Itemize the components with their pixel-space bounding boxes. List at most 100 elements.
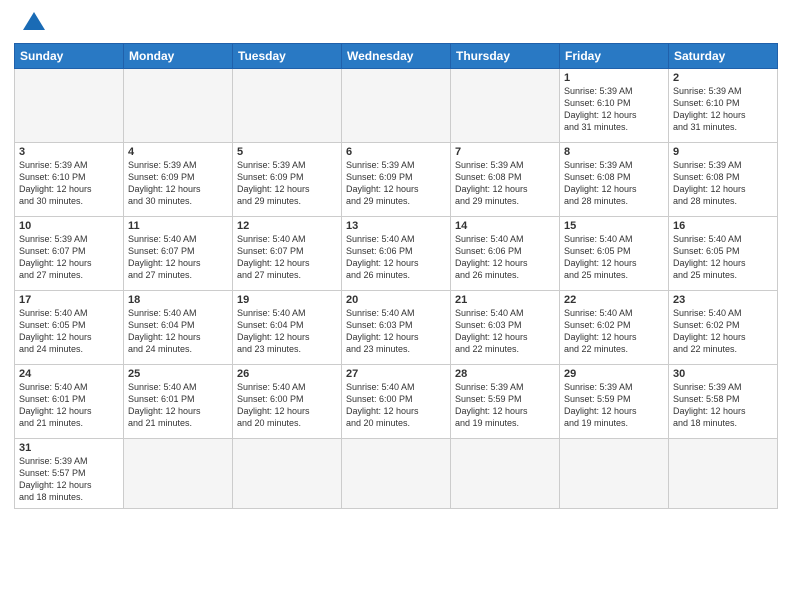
- day-number: 14: [455, 220, 555, 232]
- day-number: 20: [346, 294, 446, 306]
- calendar-week-row: 3Sunrise: 5:39 AM Sunset: 6:10 PM Daylig…: [15, 143, 778, 217]
- day-info: Sunrise: 5:40 AM Sunset: 6:05 PM Dayligh…: [673, 233, 773, 282]
- day-number: 16: [673, 220, 773, 232]
- day-number: 25: [128, 368, 228, 380]
- calendar-cell: 23Sunrise: 5:40 AM Sunset: 6:02 PM Dayli…: [669, 291, 778, 365]
- day-number: 6: [346, 146, 446, 158]
- day-info: Sunrise: 5:40 AM Sunset: 6:01 PM Dayligh…: [19, 381, 119, 430]
- day-number: 1: [564, 72, 664, 84]
- calendar-cell: 14Sunrise: 5:40 AM Sunset: 6:06 PM Dayli…: [451, 217, 560, 291]
- logo-area: [14, 10, 45, 37]
- calendar-cell: 8Sunrise: 5:39 AM Sunset: 6:08 PM Daylig…: [560, 143, 669, 217]
- header: [14, 10, 778, 37]
- calendar-cell: 29Sunrise: 5:39 AM Sunset: 5:59 PM Dayli…: [560, 365, 669, 439]
- calendar-cell: 31Sunrise: 5:39 AM Sunset: 5:57 PM Dayli…: [15, 439, 124, 509]
- day-info: Sunrise: 5:39 AM Sunset: 5:59 PM Dayligh…: [564, 381, 664, 430]
- weekday-header-friday: Friday: [560, 44, 669, 69]
- day-info: Sunrise: 5:39 AM Sunset: 6:10 PM Dayligh…: [19, 159, 119, 208]
- day-info: Sunrise: 5:40 AM Sunset: 6:07 PM Dayligh…: [237, 233, 337, 282]
- weekday-header-thursday: Thursday: [451, 44, 560, 69]
- day-number: 2: [673, 72, 773, 84]
- day-number: 21: [455, 294, 555, 306]
- day-number: 10: [19, 220, 119, 232]
- calendar-cell: 5Sunrise: 5:39 AM Sunset: 6:09 PM Daylig…: [233, 143, 342, 217]
- calendar-cell: [233, 69, 342, 143]
- day-number: 24: [19, 368, 119, 380]
- calendar-table: SundayMondayTuesdayWednesdayThursdayFrid…: [14, 43, 778, 509]
- calendar-cell: 27Sunrise: 5:40 AM Sunset: 6:00 PM Dayli…: [342, 365, 451, 439]
- day-info: Sunrise: 5:40 AM Sunset: 6:05 PM Dayligh…: [564, 233, 664, 282]
- weekday-header-tuesday: Tuesday: [233, 44, 342, 69]
- calendar-cell: [560, 439, 669, 509]
- calendar-cell: [342, 439, 451, 509]
- calendar-cell: [669, 439, 778, 509]
- weekday-header-saturday: Saturday: [669, 44, 778, 69]
- day-number: 23: [673, 294, 773, 306]
- calendar-cell: 12Sunrise: 5:40 AM Sunset: 6:07 PM Dayli…: [233, 217, 342, 291]
- day-info: Sunrise: 5:40 AM Sunset: 6:02 PM Dayligh…: [564, 307, 664, 356]
- day-info: Sunrise: 5:39 AM Sunset: 6:09 PM Dayligh…: [128, 159, 228, 208]
- calendar-cell: [124, 439, 233, 509]
- day-number: 28: [455, 368, 555, 380]
- day-info: Sunrise: 5:40 AM Sunset: 6:07 PM Dayligh…: [128, 233, 228, 282]
- calendar-cell: 2Sunrise: 5:39 AM Sunset: 6:10 PM Daylig…: [669, 69, 778, 143]
- day-info: Sunrise: 5:39 AM Sunset: 6:08 PM Dayligh…: [673, 159, 773, 208]
- calendar-cell: 1Sunrise: 5:39 AM Sunset: 6:10 PM Daylig…: [560, 69, 669, 143]
- day-number: 19: [237, 294, 337, 306]
- day-info: Sunrise: 5:39 AM Sunset: 6:10 PM Dayligh…: [673, 85, 773, 134]
- day-number: 31: [19, 442, 119, 454]
- day-number: 22: [564, 294, 664, 306]
- calendar-cell: 9Sunrise: 5:39 AM Sunset: 6:08 PM Daylig…: [669, 143, 778, 217]
- weekday-header-sunday: Sunday: [15, 44, 124, 69]
- day-info: Sunrise: 5:39 AM Sunset: 6:08 PM Dayligh…: [455, 159, 555, 208]
- calendar-week-row: 10Sunrise: 5:39 AM Sunset: 6:07 PM Dayli…: [15, 217, 778, 291]
- day-info: Sunrise: 5:40 AM Sunset: 6:04 PM Dayligh…: [237, 307, 337, 356]
- calendar-cell: 26Sunrise: 5:40 AM Sunset: 6:00 PM Dayli…: [233, 365, 342, 439]
- day-number: 18: [128, 294, 228, 306]
- day-info: Sunrise: 5:40 AM Sunset: 6:00 PM Dayligh…: [346, 381, 446, 430]
- calendar-cell: 7Sunrise: 5:39 AM Sunset: 6:08 PM Daylig…: [451, 143, 560, 217]
- calendar-week-row: 24Sunrise: 5:40 AM Sunset: 6:01 PM Dayli…: [15, 365, 778, 439]
- day-info: Sunrise: 5:39 AM Sunset: 5:59 PM Dayligh…: [455, 381, 555, 430]
- day-number: 11: [128, 220, 228, 232]
- day-info: Sunrise: 5:39 AM Sunset: 5:57 PM Dayligh…: [19, 455, 119, 504]
- calendar-cell: 21Sunrise: 5:40 AM Sunset: 6:03 PM Dayli…: [451, 291, 560, 365]
- calendar-cell: 4Sunrise: 5:39 AM Sunset: 6:09 PM Daylig…: [124, 143, 233, 217]
- calendar-cell: 18Sunrise: 5:40 AM Sunset: 6:04 PM Dayli…: [124, 291, 233, 365]
- calendar-cell: [451, 69, 560, 143]
- day-number: 27: [346, 368, 446, 380]
- day-info: Sunrise: 5:40 AM Sunset: 6:06 PM Dayligh…: [346, 233, 446, 282]
- calendar-cell: [451, 439, 560, 509]
- day-info: Sunrise: 5:40 AM Sunset: 6:03 PM Dayligh…: [455, 307, 555, 356]
- calendar-cell: 13Sunrise: 5:40 AM Sunset: 6:06 PM Dayli…: [342, 217, 451, 291]
- calendar-week-row: 31Sunrise: 5:39 AM Sunset: 5:57 PM Dayli…: [15, 439, 778, 509]
- logo-triangle-icon: [23, 10, 45, 32]
- day-number: 15: [564, 220, 664, 232]
- day-info: Sunrise: 5:39 AM Sunset: 6:09 PM Dayligh…: [346, 159, 446, 208]
- day-info: Sunrise: 5:39 AM Sunset: 6:10 PM Dayligh…: [564, 85, 664, 134]
- weekday-header-row: SundayMondayTuesdayWednesdayThursdayFrid…: [15, 44, 778, 69]
- day-number: 17: [19, 294, 119, 306]
- calendar-cell: 3Sunrise: 5:39 AM Sunset: 6:10 PM Daylig…: [15, 143, 124, 217]
- calendar-cell: 16Sunrise: 5:40 AM Sunset: 6:05 PM Dayli…: [669, 217, 778, 291]
- day-info: Sunrise: 5:40 AM Sunset: 6:06 PM Dayligh…: [455, 233, 555, 282]
- calendar-cell: [233, 439, 342, 509]
- calendar-cell: 25Sunrise: 5:40 AM Sunset: 6:01 PM Dayli…: [124, 365, 233, 439]
- day-info: Sunrise: 5:40 AM Sunset: 6:04 PM Dayligh…: [128, 307, 228, 356]
- calendar-cell: [124, 69, 233, 143]
- day-info: Sunrise: 5:40 AM Sunset: 6:02 PM Dayligh…: [673, 307, 773, 356]
- day-number: 13: [346, 220, 446, 232]
- calendar-cell: 20Sunrise: 5:40 AM Sunset: 6:03 PM Dayli…: [342, 291, 451, 365]
- weekday-header-wednesday: Wednesday: [342, 44, 451, 69]
- page: SundayMondayTuesdayWednesdayThursdayFrid…: [0, 0, 792, 517]
- logo: [14, 10, 45, 37]
- day-number: 12: [237, 220, 337, 232]
- day-number: 3: [19, 146, 119, 158]
- day-info: Sunrise: 5:40 AM Sunset: 6:03 PM Dayligh…: [346, 307, 446, 356]
- calendar-cell: 19Sunrise: 5:40 AM Sunset: 6:04 PM Dayli…: [233, 291, 342, 365]
- calendar-week-row: 17Sunrise: 5:40 AM Sunset: 6:05 PM Dayli…: [15, 291, 778, 365]
- calendar-cell: 17Sunrise: 5:40 AM Sunset: 6:05 PM Dayli…: [15, 291, 124, 365]
- calendar-cell: 11Sunrise: 5:40 AM Sunset: 6:07 PM Dayli…: [124, 217, 233, 291]
- day-number: 30: [673, 368, 773, 380]
- calendar-cell: 15Sunrise: 5:40 AM Sunset: 6:05 PM Dayli…: [560, 217, 669, 291]
